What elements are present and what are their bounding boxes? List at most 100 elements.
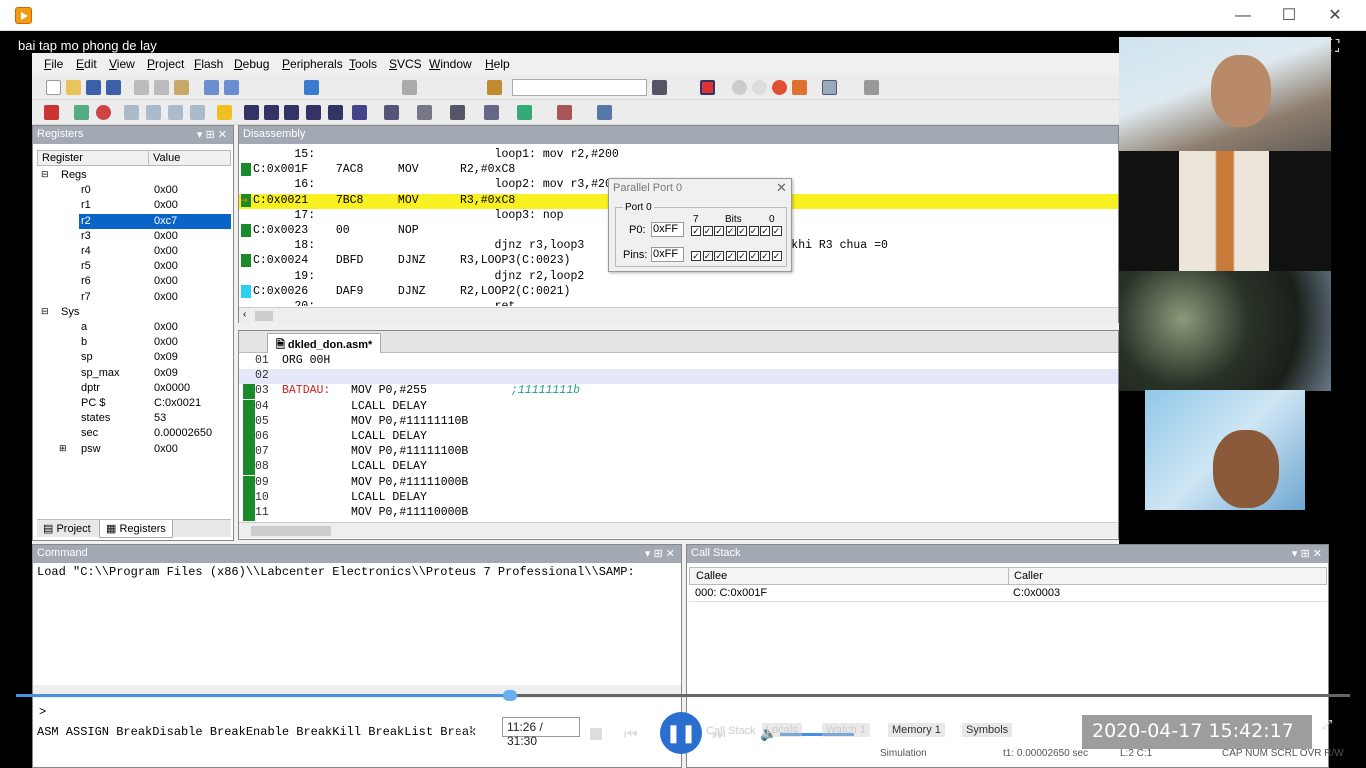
register-row[interactable]: states 53 (37, 411, 231, 426)
p0-value-field[interactable]: 0xFF (651, 222, 684, 237)
watch-window-icon[interactable] (352, 105, 367, 120)
debug-restore-views-icon[interactable] (597, 105, 612, 120)
code-line[interactable]: 09 MOV P0,#11111000B (239, 475, 1118, 491)
new-file-icon[interactable] (46, 80, 61, 95)
call-stack-close-icon[interactable]: ▾ ⊞ ✕ (1292, 547, 1322, 560)
code-line[interactable]: 06 LCALL DELAY (239, 430, 1118, 445)
parallel-port-close-icon[interactable]: ✕ (776, 180, 787, 196)
reset-icon[interactable] (44, 105, 59, 120)
tree-collapse-icon[interactable]: ⊟ (41, 306, 49, 317)
seek-thumb[interactable] (502, 690, 517, 701)
register-group[interactable]: ⊟ Regs (37, 168, 231, 183)
menu-help[interactable]: Help (485, 57, 510, 71)
code-line[interactable]: 11 MOV P0,#11110000B (239, 506, 1118, 521)
disassembly-line[interactable]: 20: ret (253, 300, 515, 306)
register-row[interactable]: b 0x00 (37, 335, 231, 350)
port-bit-checkbox[interactable]: ✓ (725, 251, 736, 261)
tab-watch-1[interactable]: Watch 1 (822, 723, 870, 737)
port-bit-checkbox[interactable]: ✓ (702, 226, 713, 236)
maximize-button[interactable]: ☐ (1266, 0, 1312, 31)
tab-symbols[interactable]: Symbols (962, 723, 1013, 737)
participant-video-4[interactable] (1145, 390, 1305, 510)
analysis-window-icon[interactable] (450, 105, 465, 120)
symbols-window-icon[interactable] (284, 105, 299, 120)
trace-window-icon[interactable] (484, 105, 499, 120)
minimize-button[interactable]: — (1220, 0, 1266, 31)
panel-close-icon[interactable]: ▾ ⊞ ✕ (197, 128, 227, 141)
save-all-icon[interactable] (106, 80, 121, 95)
port-bit-checkbox[interactable]: ✓ (725, 226, 736, 236)
tab-call-stack[interactable]: Call Stack (706, 725, 756, 737)
find-in-files-icon[interactable] (652, 80, 667, 95)
port-bit-checkbox[interactable]: ✓ (714, 251, 724, 261)
command-close-icon[interactable]: ▾ ⊞ ✕ (645, 547, 675, 560)
breakpoint-kill-icon[interactable] (772, 80, 787, 95)
disassembly-line[interactable]: C:0x0024 DBFD DJNZ R3,LOOP3(C:0023) (253, 254, 570, 269)
register-row[interactable]: r6 0x00 (37, 274, 231, 289)
menu-edit[interactable]: Edit (76, 57, 97, 71)
step-out-icon[interactable] (168, 105, 183, 120)
code-line[interactable]: 02 (239, 369, 1118, 385)
port-bit-checkbox[interactable]: ✓ (771, 226, 782, 236)
code-line[interactable]: 01 ORG 00H (239, 354, 1118, 369)
scroll-left-icon[interactable]: ‹ (243, 309, 246, 320)
menu-svcs[interactable]: SVCS (389, 57, 422, 71)
serial-window-icon[interactable] (417, 105, 432, 120)
participant-video-1[interactable] (1119, 37, 1331, 157)
menu-debug[interactable]: Debug (234, 57, 269, 71)
run-to-cursor-icon[interactable] (190, 105, 205, 120)
menu-peripherals[interactable]: Peripherals (282, 57, 343, 71)
port-bit-checkbox[interactable]: ✓ (748, 226, 759, 236)
menu-file[interactable]: File (44, 57, 63, 71)
breakpoint-icon[interactable] (732, 80, 747, 95)
menu-flash[interactable]: Flash (194, 57, 223, 71)
port-bit-checkbox[interactable]: ✓ (737, 251, 747, 261)
show-next-statement-icon[interactable] (217, 105, 232, 120)
register-row[interactable]: r0 0x00 (37, 183, 231, 198)
tab-project[interactable]: ▤ Project (39, 522, 95, 535)
find-icon[interactable] (487, 80, 502, 95)
open-file-icon[interactable] (66, 80, 81, 95)
port-bit-checkbox[interactable]: ✓ (771, 251, 782, 261)
disassembly-line[interactable]: 15: loop1: mov r2,#200 (253, 148, 618, 163)
menu-project[interactable]: Project (147, 57, 184, 71)
register-row[interactable]: r7 0x00 (37, 290, 231, 305)
disassembly-line[interactable]: C:0x0026 DAF9 DJNZ R2,LOOP2(C:0021) (253, 285, 570, 300)
port-bit-checkbox[interactable]: ✓ (760, 226, 770, 236)
pause-button[interactable]: ❚❚ (660, 712, 702, 754)
participant-video-3[interactable] (1119, 271, 1331, 391)
tree-expand-icon[interactable]: ⊞ (59, 443, 67, 454)
registers-window-icon[interactable] (306, 105, 321, 120)
tab-locals[interactable]: Locals (762, 723, 802, 737)
register-row[interactable]: r1 0x00 (37, 198, 231, 213)
memory-window-icon[interactable] (384, 105, 399, 120)
editor-scroll-thumb[interactable] (251, 526, 331, 536)
pins-value-field[interactable]: 0xFF (651, 247, 684, 262)
expand-icon[interactable]: ⤢ (1322, 717, 1332, 733)
tab-memory-1[interactable]: Memory 1 (888, 723, 945, 737)
port-bit-checkbox[interactable]: ✓ (702, 251, 713, 261)
disassembly-line[interactable]: 16: loop2: mov r3,#200 (253, 178, 618, 193)
col-register[interactable]: Register (42, 152, 83, 164)
register-row[interactable]: dptr 0x0000 (37, 381, 231, 396)
menu-tools[interactable]: Tools (349, 57, 377, 71)
stop-icon[interactable] (96, 105, 111, 120)
indent-icon[interactable] (402, 80, 417, 95)
disassembly-line[interactable]: 19: djnz r2,loop2 (253, 270, 584, 285)
register-row[interactable]: PC $ C:0x0021 (37, 396, 231, 411)
port-bit-checkbox[interactable]: ✓ (714, 226, 724, 236)
register-row[interactable]: ⊞ psw 0x00 (37, 442, 231, 457)
register-row[interactable]: r3 0x00 (37, 229, 231, 244)
disassembly-line[interactable]: C:0x0023 00 NOP (253, 224, 419, 239)
tab-dkled-don-asm[interactable]: 🗎 dkled_don.asm* (267, 333, 382, 353)
step-into-icon[interactable] (124, 105, 139, 120)
register-group[interactable]: ⊟ Sys (37, 305, 231, 320)
menu-window[interactable]: Window (429, 57, 472, 71)
paste-icon[interactable] (174, 80, 189, 95)
register-row[interactable]: r4 0x00 (37, 244, 231, 259)
disassembly-window-icon[interactable] (264, 105, 279, 120)
save-icon[interactable] (86, 80, 101, 95)
code-line[interactable]: 10 LCALL DELAY (239, 490, 1118, 506)
call-stack-row[interactable]: 000: C:0x001F C:0x0003 (689, 586, 1327, 602)
col-value[interactable]: Value (153, 152, 180, 164)
